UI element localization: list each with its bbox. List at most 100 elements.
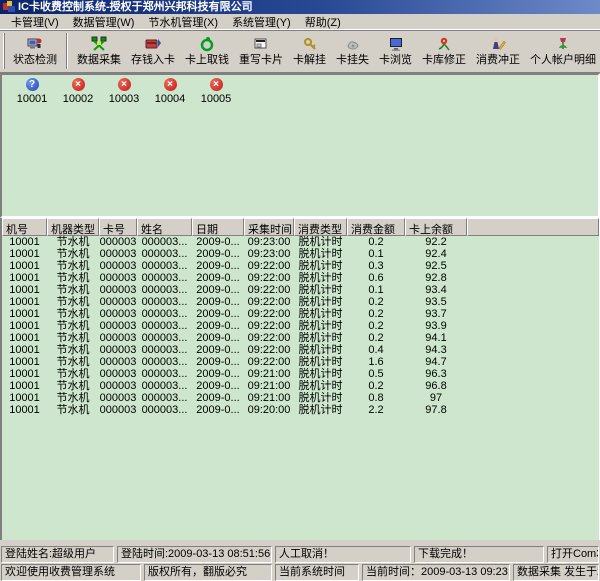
table-row[interactable]: 10001节水机000003000003...2009-0...09:22:00… [2,284,599,296]
column-header-4[interactable]: 姓名 [137,218,192,236]
menu-item-4[interactable]: 系统管理(Y) [225,13,298,31]
status-panel-1-4: 下载完成！ [414,546,544,563]
machine-status-panel: ?10001×10002×10003×10004×10005 [0,73,600,218]
table-cell: 000003 [99,260,137,272]
table-cell: 节水机 [47,272,99,284]
table-cell: 92.2 [405,236,467,248]
table-row[interactable]: 10001节水机000003000003...2009-0...09:21:00… [2,392,599,404]
toolbar-grip-handle[interactable] [3,33,5,69]
table-cell: 10001 [2,392,47,404]
table-row[interactable]: 10001节水机000003000003...2009-0...09:21:00… [2,380,599,392]
table-cell: 000003... [137,332,192,344]
table-cell: 92.4 [405,248,467,260]
table-cell: 10001 [2,356,47,368]
toolbar-button-7[interactable]: 卡挂失 [331,33,374,69]
cardlib-fix-icon [436,36,452,52]
table-cell: 000003 [99,296,137,308]
table-row[interactable]: 10001节水机000003000003...2009-0...09:22:00… [2,356,599,368]
table-cell: 92.5 [405,260,467,272]
column-header-10[interactable] [467,218,599,236]
toolbar-separator [66,33,68,69]
table-row[interactable]: 10001节水机000003000003...2009-0...09:22:00… [2,332,599,344]
table-cell: 09:22:00 [244,332,294,344]
table-cell: 000003... [137,296,192,308]
table-cell: 节水机 [47,248,99,260]
column-header-3[interactable]: 卡号 [99,218,137,236]
consume-reverse-icon [490,36,506,52]
table-cell: 000003 [99,236,137,248]
table-cell: 000003 [99,248,137,260]
toolbar-button-6[interactable]: 卡解挂 [288,33,331,69]
toolbar-button-2[interactable]: 数据采集 [72,33,126,69]
column-header-9[interactable]: 卡上余额 [405,218,467,236]
table-cell: 1.6 [347,356,405,368]
menu-item-1[interactable]: 卡管理(V) [4,13,66,31]
table-cell: 000003 [99,344,137,356]
machine-item-10003[interactable]: ×10003 [101,78,147,105]
toolbar-button-5[interactable]: 重写卡片 [234,33,288,69]
error-icon: × [72,78,85,91]
toolbar-button-1[interactable]: 状态检测 [8,33,62,69]
machine-id-label: 10001 [17,93,48,105]
table-cell: 10001 [2,404,47,416]
table-row[interactable]: 10001节水机000003000003...2009-0...09:22:00… [2,344,599,356]
table-cell: 000003... [137,320,192,332]
collection-table: 机号机器类型卡号姓名日期采集时间消费类型消费金额卡上余额 10001节水机000… [0,218,600,540]
column-header-7[interactable]: 消费类型 [294,218,347,236]
table-cell: 脱机计时 [294,308,347,320]
table-row[interactable]: 10001节水机000003000003...2009-0...09:22:00… [2,320,599,332]
table-cell: 脱机计时 [294,380,347,392]
table-row[interactable]: 10001节水机000003000003...2009-0...09:23:00… [2,236,599,248]
table-cell: 0.2 [347,296,405,308]
status-panel-2-3: 当前系统时间 [275,564,359,581]
table-cell: 脱机计时 [294,248,347,260]
toolbar-button-label: 卡挂失 [336,54,369,67]
toolbar-button-10[interactable]: 消费冲正 [471,33,525,69]
menu-item-3[interactable]: 节水机管理(X) [141,13,225,31]
table-row[interactable]: 10001节水机000003000003...2009-0...09:20:00… [2,404,599,416]
table-row[interactable]: 10001节水机000003000003...2009-0...09:22:00… [2,260,599,272]
menu-item-2[interactable]: 数据管理(W) [66,13,142,31]
table-cell: 脱机计时 [294,236,347,248]
machine-id-label: 10003 [109,93,140,105]
machine-item-10005[interactable]: ×10005 [193,78,239,105]
app-icon [3,1,15,13]
status-panel-2-4: 当前时间：2009-03-13 09:23:12 [362,564,510,581]
toolbar-button-label: 卡解挂 [293,54,326,67]
table-row[interactable]: 10001节水机000003000003...2009-0...09:21:00… [2,368,599,380]
table-row[interactable]: 10001节水机000003000003...2009-0...09:23:00… [2,248,599,260]
table-cell: 0.2 [347,332,405,344]
table-cell: 000003... [137,404,192,416]
table-cell: 脱机计时 [294,344,347,356]
column-header-6[interactable]: 采集时间 [244,218,294,236]
machine-item-10001[interactable]: ? 10001 [9,78,55,105]
table-cell: 000003 [99,308,137,320]
table-cell: 96.8 [405,380,467,392]
table-cell: 节水机 [47,284,99,296]
table-row[interactable]: 10001节水机000003000003...2009-0...09:22:00… [2,308,599,320]
toolbar-button-3[interactable]: 存钱入卡 [126,33,180,69]
toolbar-button-8[interactable]: 卡浏览 [374,33,417,69]
table-cell: 节水机 [47,380,99,392]
status-panel-2-1: 欢迎使用收费管理系统 [1,564,141,581]
table-row[interactable]: 10001节水机000003000003...2009-0...09:22:00… [2,296,599,308]
menu-item-5[interactable]: 帮助(Z) [298,13,348,31]
column-header-1[interactable]: 机号 [2,218,47,236]
toolbar-button-4[interactable]: 卡上取钱 [180,33,234,69]
column-header-8[interactable]: 消费金额 [347,218,405,236]
table-cell: 脱机计时 [294,392,347,404]
toolbar-button-9[interactable]: 卡库修正 [417,33,471,69]
help-icon: ? [26,78,39,91]
toolbar-button-11[interactable]: 个人帐户明细 [525,33,600,69]
machine-item-10004[interactable]: ×10004 [147,78,193,105]
table-cell: 09:21:00 [244,392,294,404]
table-cell: 2009-0... [192,392,244,404]
column-header-5[interactable]: 日期 [192,218,244,236]
table-cell: 09:22:00 [244,260,294,272]
table-cell: 09:21:00 [244,380,294,392]
table-row[interactable]: 10001节水机000003000003...2009-0...09:22:00… [2,272,599,284]
machine-id-label: 10005 [201,93,232,105]
column-header-2[interactable]: 机器类型 [47,218,99,236]
error-icon: × [164,78,177,91]
machine-item-10002[interactable]: ×10002 [55,78,101,105]
